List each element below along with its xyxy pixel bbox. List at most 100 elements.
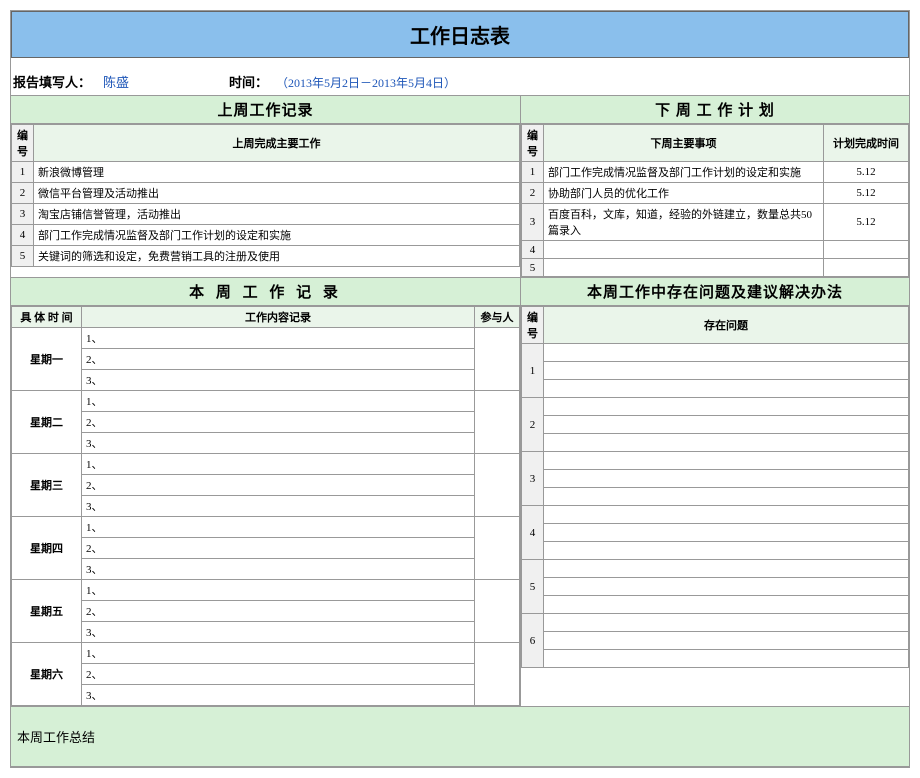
issues-table: 编号 存在问题 1 2 3 4 5 6	[521, 306, 909, 668]
issue-cell	[544, 470, 909, 488]
this-week-pane: 本 周 工 作 记 录 具 体 时 间 工作内容记录 参与人 星期一1、 2、 …	[11, 277, 521, 706]
col-main: 上周完成主要工作	[34, 125, 520, 162]
next-week-table: 编号 下周主要事项 计划完成时间 1部门工作完成情况监督及部门工作计划的设定和实…	[521, 124, 909, 277]
issues-pane: 本周工作中存在问题及建议解决办法 编号 存在问题 1 2 3 4 5 6	[521, 277, 909, 706]
row-no: 3	[12, 204, 34, 225]
row-no: 4	[12, 225, 34, 246]
line: 3、	[82, 559, 475, 580]
line: 3、	[82, 433, 475, 454]
col-participant: 参与人	[475, 307, 520, 328]
line: 2、	[82, 538, 475, 559]
col-no: 编号	[522, 307, 544, 344]
line: 1、	[82, 391, 475, 412]
col-content: 工作内容记录	[82, 307, 475, 328]
time-label: 时间：	[229, 72, 268, 91]
work-log-sheet: 工作日志表 报告填写人： 陈盛 时间： （2013年5月2日－2013年5月4日…	[10, 10, 910, 768]
summary-label: 本周工作总结	[11, 706, 909, 767]
middle-section: 本 周 工 作 记 录 具 体 时 间 工作内容记录 参与人 星期一1、 2、 …	[11, 277, 909, 706]
issue-no: 4	[522, 506, 544, 560]
issue-no: 5	[522, 560, 544, 614]
col-no: 编号	[522, 125, 544, 162]
participant	[475, 391, 520, 454]
day-label: 星期四	[12, 517, 82, 580]
last-week-title: 上周工作记录	[11, 95, 520, 124]
day-label: 星期二	[12, 391, 82, 454]
last-week-table: 编号 上周完成主要工作 1新浪微博管理 2微信平台管理及活动推出 3淘宝店铺信誉…	[11, 124, 520, 267]
issues-title: 本周工作中存在问题及建议解决办法	[521, 277, 909, 306]
issue-no: 2	[522, 398, 544, 452]
participant	[475, 517, 520, 580]
issue-cell	[544, 416, 909, 434]
row-no: 2	[12, 183, 34, 204]
issue-cell	[544, 380, 909, 398]
row-text: 微信平台管理及活动推出	[34, 183, 520, 204]
line: 1、	[82, 643, 475, 664]
issue-cell	[544, 362, 909, 380]
next-week-title: 下 周 工 作 计 划	[521, 95, 909, 124]
participant	[475, 580, 520, 643]
col-daytime: 具 体 时 间	[12, 307, 82, 328]
issue-cell	[544, 578, 909, 596]
issue-cell	[544, 452, 909, 470]
this-week-table: 具 体 时 间 工作内容记录 参与人 星期一1、 2、 3、 星期二1、 2、 …	[11, 306, 520, 706]
row-text	[544, 259, 824, 277]
next-week-pane: 下 周 工 作 计 划 编号 下周主要事项 计划完成时间 1部门工作完成情况监督…	[521, 95, 909, 277]
last-week-pane: 上周工作记录 编号 上周完成主要工作 1新浪微博管理 2微信平台管理及活动推出 …	[11, 95, 521, 277]
reporter-label: 报告填写人：	[13, 72, 91, 91]
row-no: 4	[522, 241, 544, 259]
row-no: 5	[12, 246, 34, 267]
line: 3、	[82, 496, 475, 517]
issue-cell	[544, 488, 909, 506]
row-text: 部门工作完成情况监督及部门工作计划的设定和实施	[544, 162, 824, 183]
participant	[475, 328, 520, 391]
day-label: 星期五	[12, 580, 82, 643]
line: 1、	[82, 454, 475, 475]
row-text: 百度百科，文库，知道，经验的外链建立，数量总共50篇录入	[544, 204, 824, 241]
time-value: （2013年5月2日－2013年5月4日）	[276, 74, 456, 91]
row-time: 5.12	[824, 204, 909, 241]
row-no: 1	[522, 162, 544, 183]
row-text: 关键词的筛选和设定，免费营销工具的注册及使用	[34, 246, 520, 267]
issue-cell	[544, 506, 909, 524]
reporter-value: 陈盛	[103, 72, 129, 91]
row-time	[824, 241, 909, 259]
line: 2、	[82, 664, 475, 685]
day-label: 星期六	[12, 643, 82, 706]
day-label: 星期三	[12, 454, 82, 517]
this-week-title: 本 周 工 作 记 录	[11, 277, 520, 306]
line: 2、	[82, 601, 475, 622]
col-no: 编号	[12, 125, 34, 162]
issue-cell	[544, 398, 909, 416]
row-time	[824, 259, 909, 277]
line: 1、	[82, 517, 475, 538]
line: 1、	[82, 580, 475, 601]
line: 3、	[82, 685, 475, 706]
participant	[475, 454, 520, 517]
issue-cell	[544, 542, 909, 560]
col-time: 计划完成时间	[824, 125, 909, 162]
line: 3、	[82, 622, 475, 643]
participant	[475, 643, 520, 706]
row-no: 2	[522, 183, 544, 204]
issue-no: 3	[522, 452, 544, 506]
line: 2、	[82, 349, 475, 370]
line: 2、	[82, 475, 475, 496]
issue-cell	[544, 614, 909, 632]
row-text: 新浪微博管理	[34, 162, 520, 183]
row-no: 1	[12, 162, 34, 183]
line: 2、	[82, 412, 475, 433]
row-text: 协助部门人员的优化工作	[544, 183, 824, 204]
top-section: 上周工作记录 编号 上周完成主要工作 1新浪微博管理 2微信平台管理及活动推出 …	[11, 95, 909, 277]
row-no: 3	[522, 204, 544, 241]
col-problem: 存在问题	[544, 307, 909, 344]
sheet-title: 工作日志表	[11, 11, 909, 58]
row-text: 淘宝店铺信誉管理，活动推出	[34, 204, 520, 225]
col-main: 下周主要事项	[544, 125, 824, 162]
line: 1、	[82, 328, 475, 349]
row-text	[544, 241, 824, 259]
row-time: 5.12	[824, 183, 909, 204]
row-time: 5.12	[824, 162, 909, 183]
issue-cell	[544, 596, 909, 614]
line: 3、	[82, 370, 475, 391]
issue-no: 6	[522, 614, 544, 668]
